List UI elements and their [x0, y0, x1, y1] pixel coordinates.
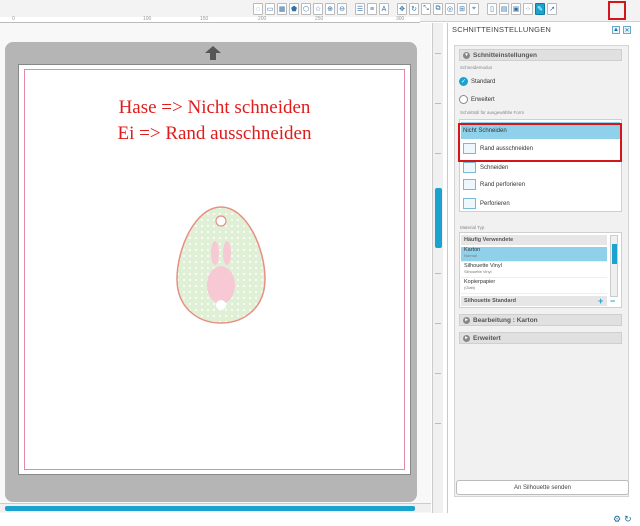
remove-material-button[interactable]: − [610, 296, 615, 306]
add-material-button[interactable]: + [598, 296, 603, 306]
design-page: Hase => Nicht schneiden Ei => Rand aussc… [18, 64, 411, 475]
knife-icon[interactable]: ↗ [547, 3, 557, 15]
work-area: Hase => Nicht schneiden Ei => Rand aussc… [0, 23, 431, 513]
vertical-scroll-thumb[interactable] [435, 188, 442, 248]
zoom-in-icon[interactable]: ⊕ [325, 3, 335, 15]
cut-style-label: Schnittstil für ausgewählte Form [460, 110, 525, 115]
highlight-cut-settings [608, 1, 626, 20]
chevron-right-icon: ▸ [463, 316, 470, 324]
section-edit-material[interactable]: ▸ Bearbeitung : Karton [459, 314, 622, 326]
cut-settings-icon[interactable]: ✎ [535, 3, 545, 15]
cut-style-perforate-edge[interactable]: Rand perforieren [461, 176, 620, 193]
align-icon[interactable]: ☰ [355, 3, 365, 15]
registration-icon[interactable]: ▣ [511, 3, 521, 15]
grid-dots-icon[interactable]: ⁘ [523, 3, 533, 15]
cut-settings-panel: SCHNITTEINSTELLUNGEN ▲ ✕ ▾ Schnitteinste… [447, 23, 636, 513]
section-advanced[interactable]: ▸ Erweitert [459, 332, 622, 344]
cut-icon [463, 162, 476, 173]
gear-icon[interactable]: ⚙ [613, 514, 621, 525]
panel-close-icon[interactable]: ✕ [623, 26, 631, 34]
material-type-label: Material Typ [460, 225, 485, 230]
send-icon[interactable]: ▤ [499, 3, 509, 15]
chevron-down-icon: ▾ [463, 51, 470, 59]
page-setup-icon[interactable]: ▯ [487, 3, 497, 15]
material-scrollbar[interactable] [610, 235, 618, 297]
ruler-tick: 150 [200, 16, 209, 22]
scale-icon[interactable]: ⤡ [421, 3, 431, 15]
egg-shape[interactable] [175, 205, 267, 325]
horizontal-scroll-thumb[interactable] [5, 506, 415, 511]
rotate-icon[interactable]: ↻ [409, 3, 419, 15]
mode-advanced-radio[interactable]: Erweitert [459, 95, 495, 104]
material-list: Häufig Verwendete Karton Normal Silhouet… [459, 232, 622, 308]
status-icons: ⚙ ↻ [613, 514, 632, 525]
trace-icon[interactable]: ⌖ [469, 3, 479, 15]
material-row[interactable]: Kopierpapier (Glatt) [461, 279, 607, 294]
modify-icon[interactable]: ⊞ [457, 3, 467, 15]
offset-icon[interactable]: ◎ [445, 3, 455, 15]
top-toolbar: 0 100 150 200 250 300 ◌ ▭ ▦ ⬟ ⬡ ☆ ⊕ ⊖ ☰ … [0, 0, 640, 23]
cut-style-perforate[interactable]: Perforieren [461, 195, 620, 212]
highlight-cut-options [458, 123, 622, 162]
panel-body: ▾ Schnitteinstellungen Schneidemodus ✓ S… [454, 45, 629, 497]
select-icon[interactable]: ◌ [253, 3, 263, 15]
material-row[interactable]: Silhouette Vinyl Silhouette Vinyl [461, 263, 607, 278]
send-to-silhouette-button[interactable]: An Silhouette senden [456, 480, 629, 495]
section-cut-settings[interactable]: ▾ Schnitteinstellungen [459, 49, 622, 61]
horizontal-scrollbar[interactable] [0, 503, 431, 512]
text-icon[interactable]: A [379, 3, 389, 15]
note-egg: Ei => Rand ausschneiden [117, 123, 312, 144]
zoom-out-icon[interactable]: ⊖ [337, 3, 347, 15]
perforate-icon [463, 198, 476, 209]
toolbar-icons: ◌ ▭ ▦ ⬟ ⬡ ☆ ⊕ ⊖ ☰ ≡ A ✥ ↻ ⤡ ⧉ ◎ ⊞ ⌖ ▯ ▤ … [253, 3, 557, 17]
material-group-standard: Silhouette Standard [461, 296, 607, 306]
distribute-icon[interactable]: ≡ [367, 3, 377, 15]
chevron-right-icon: ▸ [463, 334, 470, 342]
panel-collapse-icon[interactable]: ▲ [612, 26, 620, 34]
note-bunny: Hase => Nicht schneiden [118, 97, 311, 118]
vertical-scrollbar[interactable] [432, 23, 443, 513]
material-row[interactable]: Karton Normal [461, 247, 607, 262]
pentagon-icon[interactable]: ⬟ [289, 3, 299, 15]
move-icon[interactable]: ✥ [397, 3, 407, 15]
check-icon: ✓ [459, 77, 468, 86]
cut-mode-label: Schneidemodus [460, 65, 493, 70]
replicate-icon[interactable]: ⧉ [433, 3, 443, 15]
cutting-mat: Hase => Nicht schneiden Ei => Rand aussc… [5, 42, 417, 502]
material-group-frequent: Häufig Verwendete [461, 235, 607, 245]
ruler-tick: 100 [143, 16, 152, 22]
grid-icon[interactable]: ▦ [277, 3, 287, 15]
perforate-edge-icon [463, 179, 476, 190]
polygon-icon[interactable]: ⬡ [301, 3, 311, 15]
feed-arrow-icon[interactable] [205, 46, 221, 60]
ruler-tick: 0 [12, 16, 15, 22]
star-icon[interactable]: ☆ [313, 3, 323, 15]
shape-rect-icon[interactable]: ▭ [265, 3, 275, 15]
refresh-icon[interactable]: ↻ [624, 514, 632, 525]
radio-icon [459, 95, 468, 104]
mode-standard-radio[interactable]: ✓ Standard [459, 77, 495, 86]
panel-title: SCHNITTEINSTELLUNGEN [452, 25, 552, 34]
